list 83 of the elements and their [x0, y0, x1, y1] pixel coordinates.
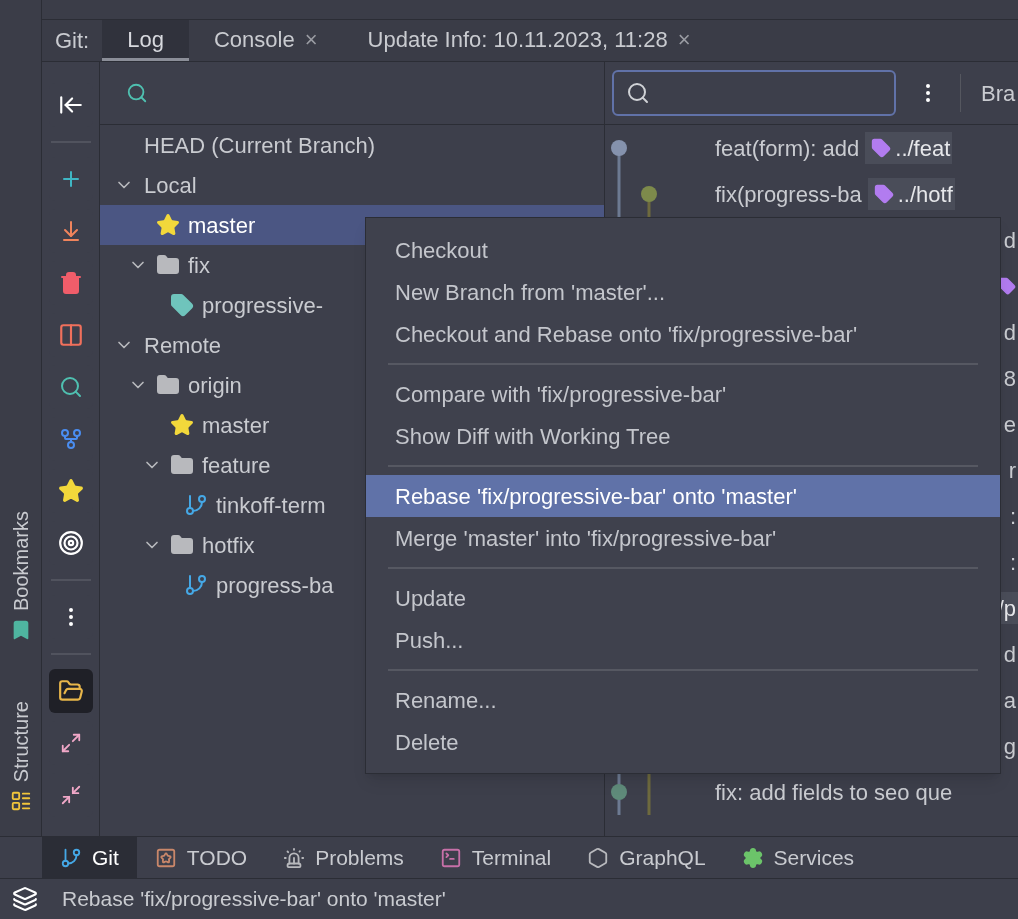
folder-icon — [156, 373, 180, 397]
tab[interactable]: Console × — [188, 20, 343, 61]
folder-icon — [170, 533, 194, 557]
ref-label: ../hotf — [867, 178, 955, 210]
ref-label: ../feat — [865, 132, 953, 164]
branch-label: HEAD (Current Branch) — [144, 131, 376, 160]
branch-label: fix — [188, 251, 210, 280]
commit-message: d — [1003, 640, 1016, 669]
tool-window-tab[interactable]: Git — [42, 837, 137, 878]
search-icon — [626, 81, 650, 105]
commit-message: a — [1003, 686, 1016, 715]
tool-window-tab[interactable]: Services — [723, 837, 873, 878]
search-icon[interactable] — [58, 375, 83, 399]
siren-icon — [283, 846, 306, 869]
branch-label: Local — [144, 171, 197, 200]
branch-tree-item[interactable]: Local — [100, 165, 604, 205]
menu-item[interactable]: Rebase 'fix/progressive-bar' onto 'master' — [366, 475, 1000, 517]
branch-icon[interactable] — [58, 427, 83, 451]
commit-message: feat(form): add — [715, 134, 860, 163]
menu-item[interactable]: New Branch from 'master'... — [366, 271, 1000, 313]
tool-window-label: Git: — [54, 27, 91, 55]
folder-icon — [170, 453, 194, 477]
hexagon-icon — [587, 846, 610, 869]
branch-label: master — [188, 211, 256, 240]
branch-label: progressive- — [202, 291, 324, 320]
close-button[interactable]: × — [304, 22, 318, 56]
branch-label: Remote — [144, 331, 222, 360]
tool-window-tab[interactable]: GraphQL — [569, 837, 724, 878]
branch-label: progress-ba — [216, 571, 334, 600]
branch-label: feature — [202, 451, 271, 480]
tool-window-tab[interactable]: TODO — [136, 837, 266, 878]
target-icon[interactable] — [57, 530, 84, 556]
branch-label: tinkoff-term — [216, 491, 326, 520]
collapse-icon[interactable] — [59, 784, 82, 806]
branch-label: origin — [188, 371, 242, 400]
branch-label: master — [202, 411, 270, 440]
tool-window-tab[interactable]: Problems — [265, 837, 422, 878]
star-icon — [156, 213, 180, 237]
bookmark-square-icon — [154, 846, 177, 869]
commit-message: d — [1003, 226, 1016, 255]
folder-icon — [156, 253, 180, 277]
star-icon[interactable] — [57, 478, 84, 504]
tab[interactable]: Update Info: 10.11.2023, 11:28 × — [342, 20, 716, 61]
structure-icon — [9, 790, 32, 812]
expand-icon[interactable] — [59, 732, 82, 754]
tool-window-tab[interactable]: Terminal — [421, 837, 570, 878]
commit-message: : — [1009, 502, 1016, 531]
close-button[interactable]: × — [677, 22, 691, 56]
menu-item[interactable]: Show Diff with Working Tree — [366, 415, 1000, 457]
commit-message: : — [1009, 548, 1016, 577]
commit-message: d — [1003, 318, 1016, 347]
branch-label: hotfix — [202, 531, 255, 560]
side-tool-tab[interactable]: Bookmarks — [5, 510, 36, 641]
folder-icon[interactable] — [57, 678, 84, 704]
commit-message: 8 — [1003, 364, 1016, 393]
menu-item[interactable]: Rename... — [366, 679, 1000, 721]
tab[interactable]: Log — [102, 20, 189, 61]
commit-message: g — [1003, 732, 1016, 761]
branch-icon — [184, 573, 208, 597]
gear-icon — [741, 846, 764, 869]
branch-tree-item[interactable]: HEAD (Current Branch) — [100, 125, 604, 165]
star-icon — [170, 413, 194, 437]
branch-icon — [184, 493, 208, 517]
branch-icon — [60, 846, 82, 869]
commit-message: e — [1003, 410, 1016, 439]
commit-message: fix: add fields to seo que — [715, 778, 953, 807]
menu-item[interactable]: Delete — [366, 721, 1000, 763]
status-message: Rebase 'fix/progressive-bar' onto 'master' — [62, 886, 446, 913]
tag-icon — [871, 138, 892, 158]
trash-icon[interactable] — [58, 271, 83, 295]
menu-item[interactable]: Compare with 'fix/progressive-bar' — [366, 373, 1000, 415]
tag-icon — [873, 184, 894, 204]
layers-icon[interactable] — [12, 886, 38, 912]
side-tool-tab[interactable]: Structure — [5, 700, 36, 812]
toolbar-button[interactable] — [48, 669, 93, 713]
commit-message: fix(progress-ba — [715, 180, 862, 209]
tag-icon — [170, 293, 194, 317]
terminal-icon — [439, 846, 462, 869]
commit-message: r — [1008, 456, 1016, 485]
menu-item[interactable]: Checkout and Rebase onto 'fix/progressive-bar' — [366, 313, 1000, 355]
compare-icon[interactable] — [57, 322, 84, 348]
menu-item[interactable]: Merge 'master' into 'fix/progressive-bar' — [366, 517, 1000, 559]
branch-filter[interactable]: Bra — [981, 76, 1016, 110]
